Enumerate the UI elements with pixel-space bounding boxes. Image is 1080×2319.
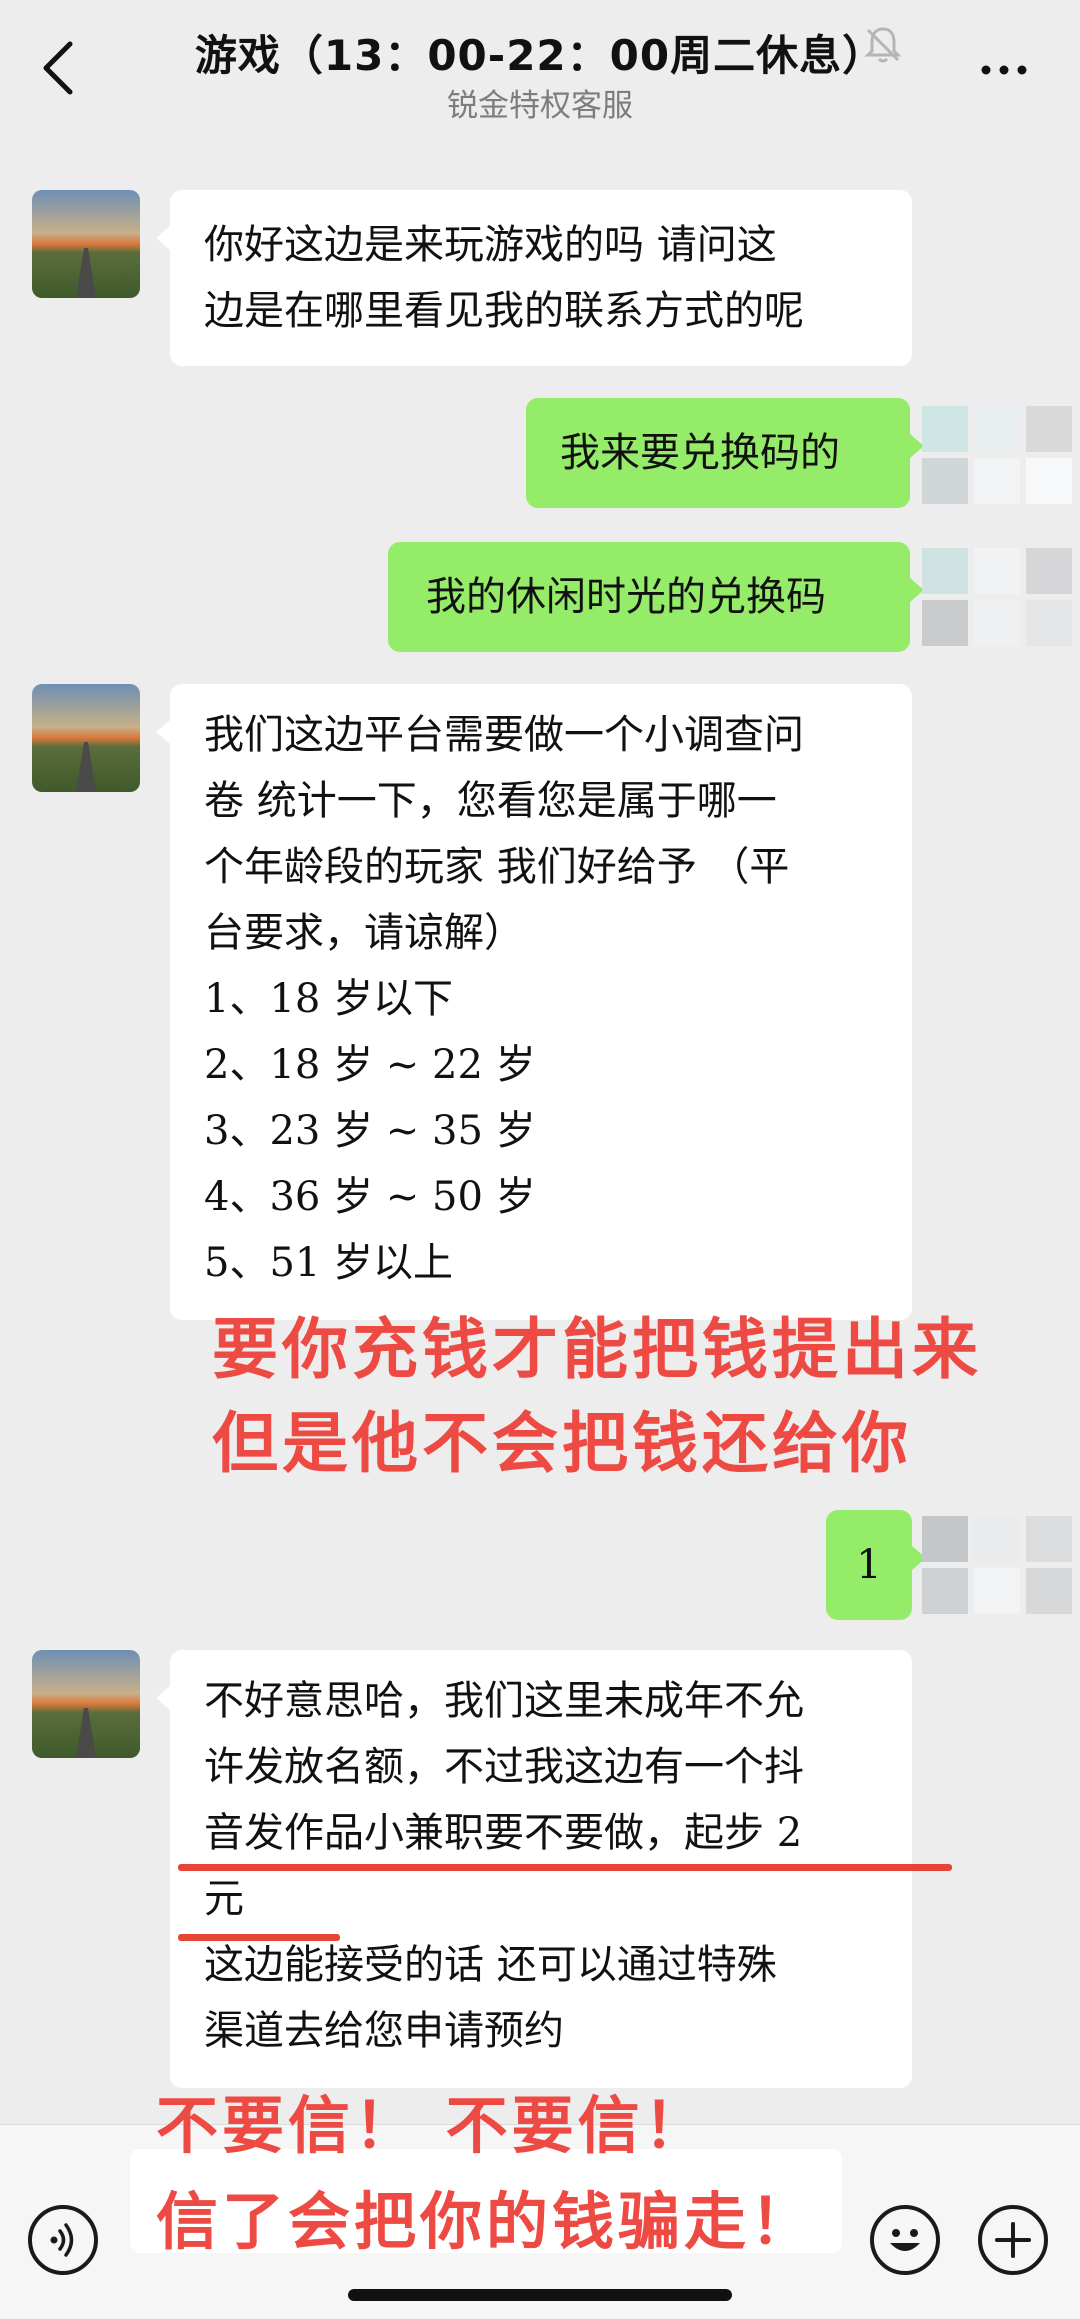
message-text: 元 (204, 1876, 244, 1922)
message-text: 台要求，请谅解） (204, 910, 524, 956)
blurred-avatar (922, 548, 1072, 656)
chat-subtitle: 锐金特权客服 (447, 88, 633, 124)
message-bubble-incoming: 你好这边是来玩游戏的吗 请问这 边是在哪里看见我的联系方式的呢 (156, 190, 912, 366)
warning-annotation: 要你充钱才能把钱提出来 但是他不会把钱还给你 (212, 1302, 982, 1490)
warning-annotation: 不要信！ 不要信！ 信了会把你的钱骗走！ (156, 2078, 816, 2270)
message-text: 音发作品小兼职要不要做，起步 2 (204, 1810, 803, 1856)
avatar[interactable] (32, 684, 140, 792)
warning-text: 要你充钱才能把钱提出来 (212, 1310, 982, 1388)
more-icon[interactable] (978, 50, 1030, 90)
message-bubble-outgoing: 我来要兑换码的 (526, 398, 924, 508)
voice-icon (50, 2223, 74, 2257)
message-text: 边是在哪里看见我的联系方式的呢 (204, 288, 804, 334)
warning-text: 不要信！ 不要信！ (156, 2089, 710, 2162)
avatar[interactable] (32, 1650, 140, 1758)
blurred-avatar (922, 1516, 1072, 1624)
message-text: 我的休闲时光的兑换码 (426, 574, 826, 620)
message-text: 2、18 岁 ~ 22 岁 (204, 1042, 536, 1088)
voice-button[interactable] (28, 2205, 98, 2275)
highlight-underline (178, 1934, 340, 1941)
chat-title: 游戏（13：00-22：00周二休息） (194, 31, 886, 80)
emoji-button[interactable] (870, 2205, 940, 2275)
highlight-underline (178, 1864, 952, 1871)
message-bubble-incoming: 我们这边平台需要做一个小调查问 卷 统计一下，您看您是属于哪一 个年龄段的玩家 … (156, 684, 912, 1320)
message-text: 我们这边平台需要做一个小调查问 (204, 712, 804, 758)
message-text: 个年龄段的玩家 我们好给予 （平 (204, 844, 790, 890)
blurred-avatar (922, 406, 1072, 514)
message-text: 我来要兑换码的 (560, 430, 840, 476)
muted-bell-icon (864, 27, 902, 63)
emoji-icon (890, 2229, 920, 2251)
message-text: 渠道去给您申请预约 (204, 2008, 564, 2054)
message-text: 许发放名额，不过我这边有一个抖 (204, 1744, 804, 1790)
message-text: 这边能接受的话 还可以通过特殊 (204, 1942, 777, 1988)
message-text: 1 (856, 1542, 882, 1588)
warning-text: 但是他不会把钱还给你 (212, 1404, 912, 1482)
message-bubble-outgoing: 1 (826, 1510, 926, 1620)
message-text: 不好意思哈，我们这里未成年不允 (204, 1678, 804, 1724)
message-text: 5、51 岁以上 (204, 1240, 454, 1286)
chat-header: 游戏（13：00-22：00周二休息） 锐金特权客服 (0, 0, 1080, 138)
message-text: 你好这边是来玩游戏的吗 请问这 (204, 222, 777, 268)
plus-icon (995, 2222, 1031, 2258)
message-text: 1、18 岁以下 (204, 976, 454, 1022)
message-text: 卷 统计一下，您看您是属于哪一 (204, 778, 777, 824)
home-indicator (348, 2289, 732, 2301)
plus-button[interactable] (978, 2205, 1048, 2275)
warning-text: 信了会把你的钱骗走！ (156, 2185, 817, 2258)
message-text: 3、23 岁 ~ 35 岁 (204, 1108, 536, 1154)
message-bubble-outgoing: 我的休闲时光的兑换码 (388, 542, 924, 652)
avatar[interactable] (32, 190, 140, 298)
message-text: 4、36 岁 ~ 50 岁 (204, 1174, 536, 1220)
